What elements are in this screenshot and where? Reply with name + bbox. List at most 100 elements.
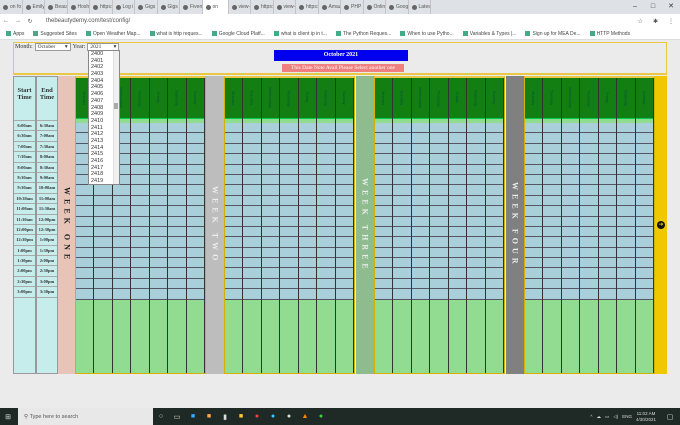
time-slot-cell[interactable]: [298, 123, 317, 134]
time-slot-cell[interactable]: [448, 133, 467, 144]
time-slot-cell[interactable]: [580, 195, 598, 207]
time-slot-cell[interactable]: [149, 206, 168, 217]
time-slot-cell[interactable]: [261, 278, 280, 290]
time-slot-cell[interactable]: [261, 185, 280, 196]
time-slot-cell[interactable]: [543, 289, 561, 300]
time-slot-cell[interactable]: [393, 258, 411, 269]
time-slot-cell[interactable]: [131, 133, 149, 144]
time-slot-cell[interactable]: [149, 247, 168, 259]
time-slot-cell[interactable]: [580, 278, 598, 290]
time-slot-cell[interactable]: [76, 258, 94, 269]
time-slot-cell[interactable]: [430, 226, 448, 238]
time-slot-cell[interactable]: [448, 278, 467, 290]
tab-9[interactable]: on: [202, 0, 229, 14]
time-slot-cell[interactable]: [112, 258, 131, 269]
time-slot-cell[interactable]: [525, 164, 543, 175]
time-slot-cell[interactable]: [186, 216, 204, 227]
time-slot-cell[interactable]: [131, 268, 149, 279]
time-slot-cell[interactable]: [186, 154, 204, 165]
time-slot-cell[interactable]: [543, 258, 561, 269]
time-slot-cell[interactable]: [375, 164, 393, 175]
cortana-icon[interactable]: ○: [153, 408, 169, 425]
time-slot-cell[interactable]: [430, 237, 448, 248]
time-slot-cell[interactable]: [243, 154, 261, 165]
time-slot-cell[interactable]: [635, 258, 653, 269]
time-slot-cell[interactable]: [467, 216, 485, 227]
time-slot-cell[interactable]: [280, 289, 298, 300]
time-slot-cell[interactable]: [430, 247, 448, 259]
time-slot-cell[interactable]: [448, 268, 467, 279]
time-slot-cell[interactable]: [635, 216, 653, 227]
time-slot-cell[interactable]: [580, 206, 598, 217]
time-slot-cell[interactable]: [298, 154, 317, 165]
time-slot-cell[interactable]: [280, 226, 298, 238]
time-slot-cell[interactable]: [261, 133, 280, 144]
time-slot-cell[interactable]: [617, 143, 635, 155]
time-slot-cell[interactable]: [186, 123, 204, 134]
time-slot-cell[interactable]: [617, 216, 635, 227]
time-slot-cell[interactable]: [467, 226, 485, 238]
time-slot-cell[interactable]: [467, 123, 485, 134]
time-slot-cell[interactable]: [580, 143, 598, 155]
time-slot-cell[interactable]: [94, 185, 112, 196]
time-slot-cell[interactable]: [243, 247, 261, 259]
time-slot-cell[interactable]: [243, 226, 261, 238]
time-slot-cell[interactable]: [617, 289, 635, 300]
time-slot-cell[interactable]: [225, 258, 243, 269]
time-slot-cell[interactable]: [168, 216, 186, 227]
time-slot-cell[interactable]: [467, 237, 485, 248]
time-slot-cell[interactable]: [168, 185, 186, 196]
time-slot-cell[interactable]: [448, 289, 467, 300]
time-slot-cell[interactable]: [112, 216, 131, 227]
month-select[interactable]: October ▾: [34, 43, 71, 51]
time-slot-cell[interactable]: [635, 164, 653, 175]
time-slot-cell[interactable]: [617, 154, 635, 165]
time-slot-cell[interactable]: [243, 195, 261, 207]
time-slot-cell[interactable]: [635, 143, 653, 155]
time-slot-cell[interactable]: [598, 268, 617, 279]
star-icon[interactable]: ☆: [638, 18, 643, 25]
time-slot-cell[interactable]: [635, 133, 653, 144]
time-slot-cell[interactable]: [393, 237, 411, 248]
time-slot-cell[interactable]: [485, 164, 503, 175]
time-slot-cell[interactable]: [543, 237, 561, 248]
time-slot-cell[interactable]: [186, 247, 204, 259]
time-slot-cell[interactable]: [112, 268, 131, 279]
time-slot-cell[interactable]: [448, 185, 467, 196]
tab-4[interactable]: https:: [90, 0, 113, 14]
time-slot-cell[interactable]: [225, 174, 243, 186]
time-slot-cell[interactable]: [375, 143, 393, 155]
time-slot-cell[interactable]: [580, 226, 598, 238]
time-slot-cell[interactable]: [561, 195, 580, 207]
time-slot-cell[interactable]: [186, 226, 204, 238]
time-slot-cell[interactable]: [298, 143, 317, 155]
time-slot-cell[interactable]: [131, 164, 149, 175]
time-slot-cell[interactable]: [317, 174, 335, 186]
tab-10[interactable]: view-: [229, 0, 251, 14]
time-slot-cell[interactable]: [131, 247, 149, 259]
time-slot-cell[interactable]: [375, 185, 393, 196]
tab-16[interactable]: Onlin: [364, 0, 386, 14]
time-slot-cell[interactable]: [298, 226, 317, 238]
time-slot-cell[interactable]: [467, 268, 485, 279]
time-slot-cell[interactable]: [393, 164, 411, 175]
time-slot-cell[interactable]: [335, 195, 353, 207]
time-slot-cell[interactable]: [186, 143, 204, 155]
time-slot-cell[interactable]: [149, 185, 168, 196]
time-slot-cell[interactable]: [430, 143, 448, 155]
time-slot-cell[interactable]: [598, 154, 617, 165]
time-slot-cell[interactable]: [243, 164, 261, 175]
windows-start-icon[interactable]: ⊞: [0, 408, 16, 425]
time-slot-cell[interactable]: [448, 216, 467, 227]
time-slot-cell[interactable]: [317, 164, 335, 175]
time-slot-cell[interactable]: [335, 226, 353, 238]
time-slot-cell[interactable]: [448, 143, 467, 155]
time-slot-cell[interactable]: [393, 278, 411, 290]
time-slot-cell[interactable]: [317, 216, 335, 227]
time-slot-cell[interactable]: [225, 164, 243, 175]
time-slot-cell[interactable]: [94, 237, 112, 248]
time-slot-cell[interactable]: [131, 258, 149, 269]
bookmark-8[interactable]: Variables & Types |...: [462, 31, 516, 37]
time-slot-cell[interactable]: [430, 133, 448, 144]
time-slot-cell[interactable]: [598, 174, 617, 186]
